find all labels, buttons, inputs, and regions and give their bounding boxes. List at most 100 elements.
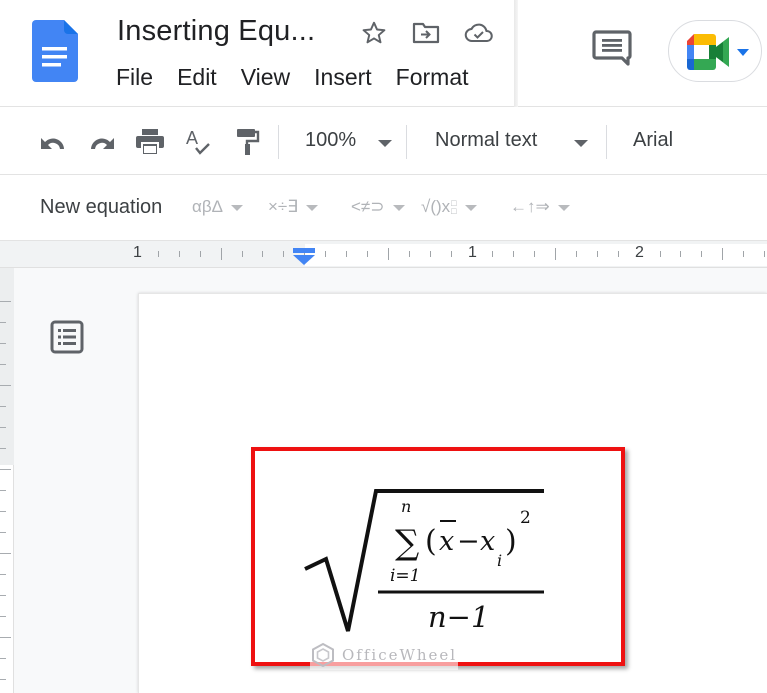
math-operations-menu[interactable]: √()x □ □	[421, 197, 477, 217]
vertical-ruler-tick	[0, 427, 6, 428]
toolbar-separator	[606, 125, 607, 159]
x-i: x	[480, 526, 496, 557]
meet-dropdown-caret-icon	[737, 49, 749, 56]
document-title[interactable]: Inserting Equ...	[117, 15, 315, 48]
ruler-tick	[262, 251, 264, 257]
ruler-label: 2	[635, 244, 644, 261]
google-meet-button[interactable]	[668, 20, 762, 82]
menu-file[interactable]: File	[116, 64, 153, 91]
ruler-text-area	[305, 244, 767, 266]
spellcheck-icon[interactable]: A	[183, 127, 215, 157]
ruler-tick	[680, 251, 682, 257]
ruler-tick	[534, 251, 536, 257]
ruler-tick	[555, 248, 556, 260]
x-bar: x	[439, 526, 455, 557]
greek-letters-menu[interactable]: αβΔ	[192, 197, 243, 217]
ruler-tick	[408, 251, 410, 257]
menu-bar: File Edit View Insert Format	[116, 64, 493, 91]
vertical-ruler-tick	[0, 679, 6, 680]
title-area: Inserting Equ... File Edit View Insert F…	[0, 0, 516, 107]
zoom-dropdown-caret-icon[interactable]	[378, 140, 392, 147]
ruler-tick	[575, 251, 577, 257]
ruler-tick	[596, 251, 598, 257]
ruler-tick	[743, 251, 745, 257]
menu-edit[interactable]: Edit	[177, 64, 217, 91]
ruler-tick	[157, 251, 159, 257]
vertical-ruler-tick	[0, 448, 6, 449]
ruler-tick	[492, 251, 494, 257]
vertical-ruler-tick	[0, 511, 6, 512]
chevron-down-icon	[392, 205, 405, 211]
header-divider	[514, 0, 518, 107]
arrows-label: ←↑⇒	[510, 197, 550, 216]
style-dropdown-caret-icon[interactable]	[574, 140, 588, 147]
misc-operations-menu[interactable]: ×÷∃	[268, 197, 318, 217]
ruler-label: 1	[468, 244, 477, 261]
main-toolbar: A 100% Normal text Arial	[0, 107, 767, 175]
ruler-tick	[199, 251, 201, 257]
style-select[interactable]: Normal text	[435, 129, 537, 152]
indent-marker-icon[interactable]	[292, 246, 316, 266]
summation-symbol: ∑	[395, 523, 420, 563]
menu-insert[interactable]: Insert	[314, 64, 372, 91]
denominator: n−1	[428, 600, 490, 634]
vertical-ruler-tick	[0, 574, 6, 575]
chevron-down-icon	[306, 205, 318, 211]
vertical-ruler-tick	[0, 301, 11, 302]
sum-upper-limit: n	[401, 497, 412, 516]
undo-icon[interactable]	[37, 127, 69, 157]
paint-format-icon[interactable]	[231, 127, 263, 157]
arrows-menu[interactable]: ←↑⇒	[510, 197, 570, 217]
ruler-tick	[241, 251, 243, 257]
vertical-ruler[interactable]	[0, 268, 14, 693]
menu-format[interactable]: Format	[396, 64, 469, 91]
comment-history-icon[interactable]	[592, 30, 632, 66]
watermark-text: OfficeWheel	[342, 646, 458, 664]
star-icon[interactable]	[359, 18, 389, 48]
ruler-tick	[617, 251, 619, 257]
relations-menu[interactable]: <≠⊃	[351, 197, 405, 217]
vertical-ruler-tick	[0, 532, 6, 533]
subscript-i: i	[497, 551, 503, 570]
print-icon[interactable]	[134, 127, 166, 157]
chevron-down-icon	[464, 205, 477, 211]
x-bar-overline	[440, 520, 456, 522]
vertical-ruler-tick	[0, 553, 11, 554]
zoom-select[interactable]: 100%	[305, 129, 356, 152]
vertical-ruler-margin	[0, 268, 14, 465]
ruler-tick	[659, 251, 661, 257]
document-outline-icon[interactable]	[50, 320, 84, 354]
menu-view[interactable]: View	[241, 64, 290, 91]
chevron-down-icon	[230, 205, 243, 211]
chevron-down-icon	[557, 205, 570, 211]
ruler-tick	[220, 248, 222, 260]
ruler-tick	[722, 248, 724, 260]
math-operations-label: √()x	[421, 197, 451, 216]
move-to-folder-icon[interactable]	[411, 18, 441, 48]
horizontal-ruler[interactable]: 1 1 2	[0, 241, 767, 268]
google-meet-icon	[687, 34, 729, 70]
vertical-ruler-tick	[0, 637, 11, 638]
watermark: OfficeWheel	[310, 640, 458, 670]
cloud-saved-icon[interactable]	[464, 18, 494, 48]
google-docs-logo-icon[interactable]	[32, 20, 78, 82]
sub-superscript-glyph-icon: □ □	[451, 198, 457, 216]
vertical-ruler-tick	[0, 385, 11, 386]
vertical-ruler-tick	[0, 343, 6, 344]
vertical-ruler-tick	[0, 595, 6, 596]
exponent-2: 2	[520, 508, 531, 528]
toolbar-separator	[278, 125, 279, 159]
new-equation-button[interactable]: New equation	[40, 196, 162, 219]
ruler-tick	[366, 251, 368, 257]
vertical-ruler-tick	[0, 364, 6, 365]
font-select[interactable]: Arial	[633, 129, 673, 152]
ruler-tick	[429, 251, 431, 257]
redo-icon[interactable]	[86, 127, 118, 157]
app-header: Inserting Equ... File Edit View Insert F…	[0, 0, 767, 107]
vertical-ruler-tick	[0, 322, 6, 323]
ruler-tick	[450, 251, 452, 257]
vertical-ruler-tick	[0, 490, 6, 491]
minus-sign: −	[457, 526, 480, 557]
vertical-ruler-tick	[0, 616, 6, 617]
ruler-tick	[764, 251, 765, 257]
